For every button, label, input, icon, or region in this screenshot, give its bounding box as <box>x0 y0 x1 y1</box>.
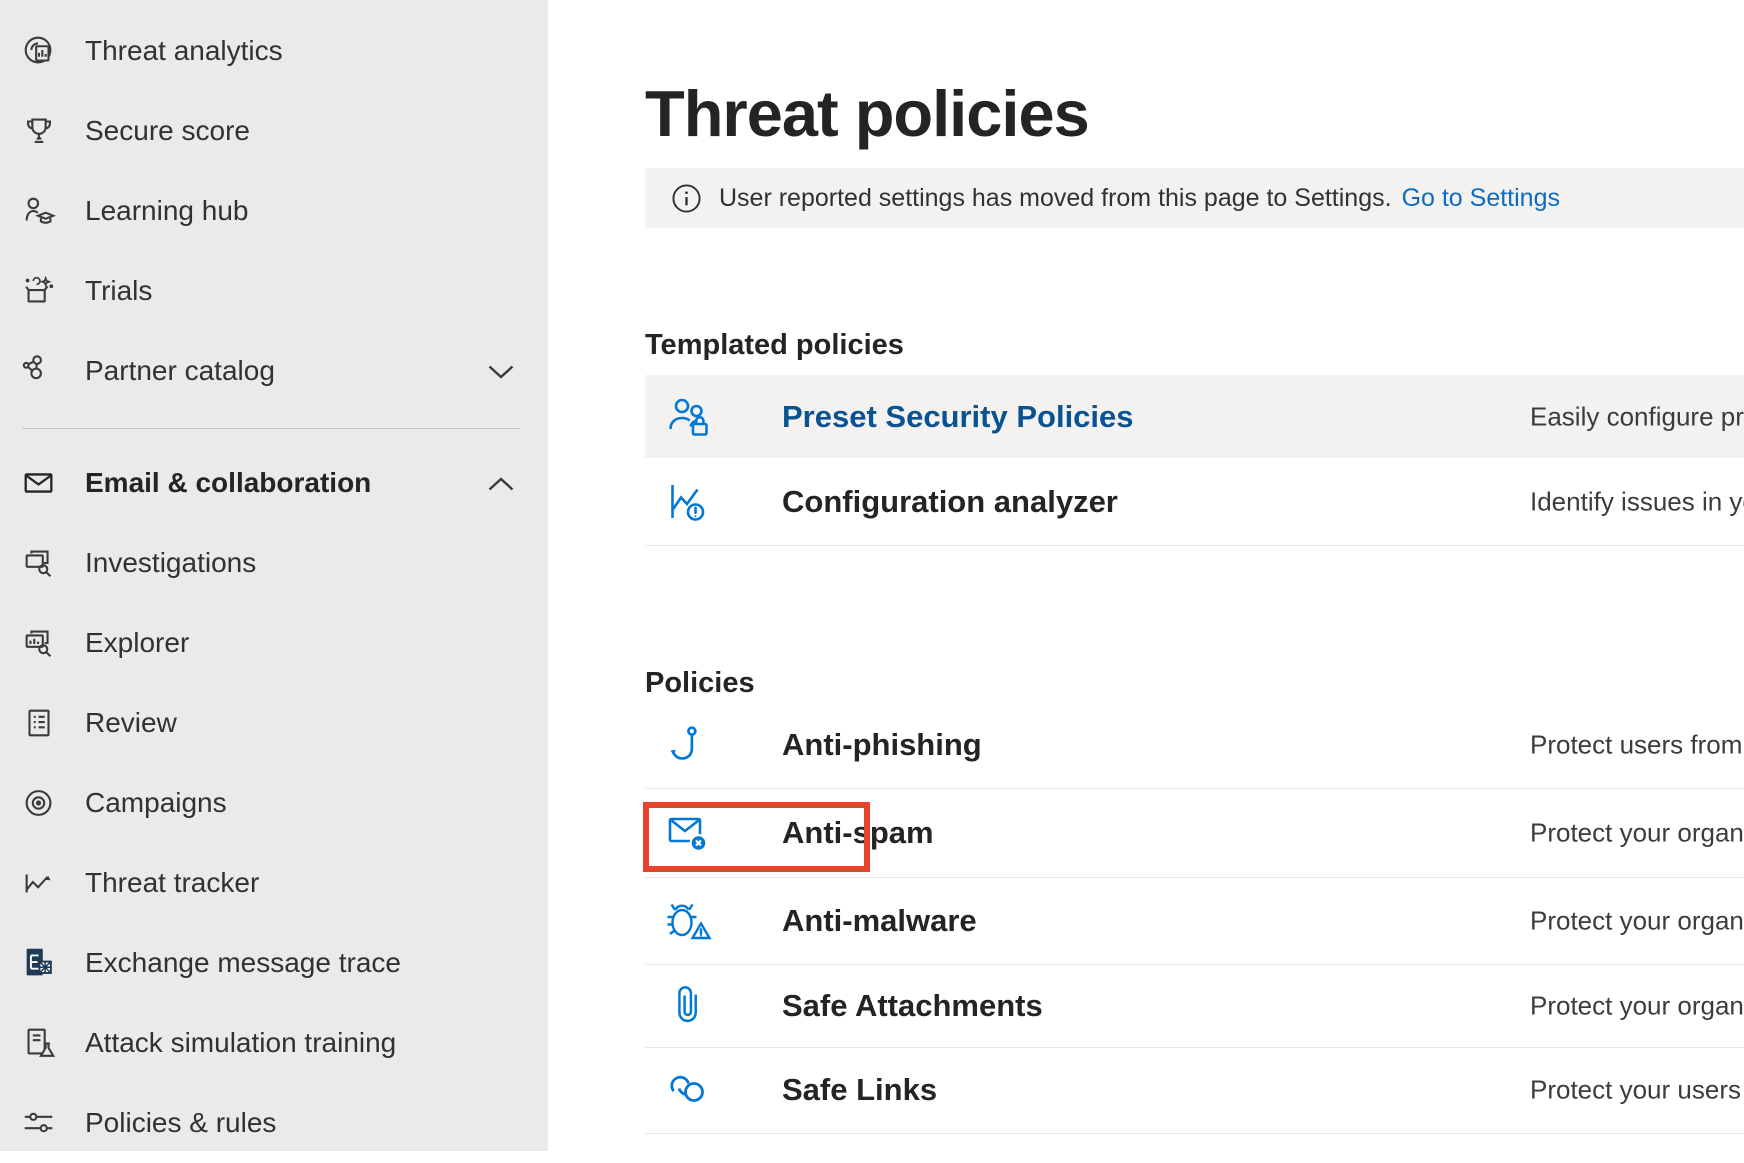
sidebar-item-label: Secure score <box>85 115 250 147</box>
sidebar-item-investigations[interactable]: Investigations <box>0 523 548 603</box>
row-anti-spam[interactable]: Anti-spam Protect your organiz <box>645 788 1744 878</box>
investigations-icon <box>19 543 59 583</box>
partner-catalog-icon <box>19 351 59 391</box>
sidebar-item-label: Email & collaboration <box>85 467 371 499</box>
row-label[interactable]: Anti-spam <box>782 815 934 851</box>
anti-malware-icon <box>663 897 715 945</box>
sidebar-item-label: Attack simulation training <box>85 1027 396 1059</box>
sidebar-item-policies-rules[interactable]: Policies & rules <box>0 1083 548 1163</box>
sidebar-item-label: Exchange message trace <box>85 947 401 979</box>
go-to-settings-link[interactable]: Go to Settings <box>1402 184 1560 213</box>
exchange-icon <box>19 943 59 983</box>
row-label[interactable]: Safe Links <box>782 1072 937 1108</box>
sidebar-item-partner-catalog[interactable]: Partner catalog <box>0 331 548 411</box>
section-heading-policies: Policies <box>645 667 755 700</box>
chevron-down-icon[interactable] <box>487 364 515 380</box>
sidebar-item-attack-simulation-training[interactable]: Attack simulation training <box>0 1003 548 1083</box>
page-title: Threat policies <box>645 80 1089 148</box>
row-label[interactable]: Safe Attachments <box>782 988 1043 1024</box>
policies-rules-icon <box>19 1103 59 1143</box>
row-safe-links[interactable]: Safe Links Protect your users fr <box>645 1047 1744 1134</box>
info-banner: User reported settings has moved from th… <box>645 168 1744 228</box>
row-description: Easily configure prot <box>1530 401 1744 432</box>
email-collaboration-icon <box>19 463 59 503</box>
row-description: Identify issues in you <box>1530 486 1744 517</box>
row-safe-attachments[interactable]: Safe Attachments Protect your organiz <box>645 964 1744 1048</box>
main-content: Threat policies User reported settings h… <box>548 0 1744 1151</box>
secure-score-icon <box>19 111 59 151</box>
sidebar-item-label: Explorer <box>85 627 189 659</box>
sidebar-item-label: Campaigns <box>85 787 227 819</box>
row-label[interactable]: Configuration analyzer <box>782 484 1118 520</box>
sidebar-item-threat-tracker[interactable]: Threat tracker <box>0 843 548 923</box>
threat-tracker-icon <box>19 863 59 903</box>
sidebar-item-label: Threat analytics <box>85 35 283 67</box>
sidebar-item-label: Trials <box>85 275 152 307</box>
campaigns-icon <box>19 783 59 823</box>
section-heading-templated-policies: Templated policies <box>645 329 904 362</box>
preset-security-policies-icon <box>663 393 715 441</box>
review-icon <box>19 703 59 743</box>
sidebar-item-label: Policies & rules <box>85 1107 276 1139</box>
sidebar-item-learning-hub[interactable]: Learning hub <box>0 171 548 251</box>
sidebar-item-threat-analytics[interactable]: Threat analytics <box>0 11 548 91</box>
row-label[interactable]: Anti-malware <box>782 903 977 939</box>
sidebar-item-secure-score[interactable]: Secure score <box>0 91 548 171</box>
sidebar-item-label: Partner catalog <box>85 355 275 387</box>
row-description: Protect users from p <box>1530 730 1744 761</box>
row-description: Protect your users fr <box>1530 1075 1744 1106</box>
trials-icon <box>19 271 59 311</box>
safe-attachments-icon <box>663 983 715 1029</box>
left-navigation-sidebar: Threat analytics Secure score Learning h… <box>0 0 548 1151</box>
sidebar-item-trials[interactable]: Trials <box>0 251 548 331</box>
sidebar-item-label: Review <box>85 707 177 739</box>
sidebar-item-label: Investigations <box>85 547 256 579</box>
row-description: Protect your organiz <box>1530 817 1744 848</box>
sidebar-item-label: Threat tracker <box>85 867 259 899</box>
chevron-up-icon[interactable] <box>487 476 515 492</box>
threat-analytics-icon <box>19 31 59 71</box>
sidebar-divider <box>22 428 520 429</box>
attack-simulation-icon <box>19 1023 59 1063</box>
row-preset-security-policies[interactable]: Preset Security Policies Easily configur… <box>645 375 1744 458</box>
explorer-icon <box>19 623 59 663</box>
row-label[interactable]: Preset Security Policies <box>782 399 1134 435</box>
sidebar-item-email-collaboration[interactable]: Email & collaboration <box>0 443 548 523</box>
learning-hub-icon <box>19 191 59 231</box>
banner-message: User reported settings has moved from th… <box>719 184 1392 213</box>
row-anti-malware[interactable]: Anti-malware Protect your organiz <box>645 877 1744 965</box>
info-icon <box>671 183 702 214</box>
row-description: Protect your organiz <box>1530 905 1744 936</box>
row-anti-phishing[interactable]: Anti-phishing Protect users from p <box>645 702 1744 789</box>
anti-phishing-icon <box>663 722 715 768</box>
anti-spam-icon <box>663 809 715 857</box>
sidebar-item-label: Learning hub <box>85 195 248 227</box>
row-description: Protect your organiz <box>1530 990 1744 1021</box>
sidebar-item-review[interactable]: Review <box>0 683 548 763</box>
sidebar-item-explorer[interactable]: Explorer <box>0 603 548 683</box>
sidebar-item-exchange-message-trace[interactable]: Exchange message trace <box>0 923 548 1003</box>
row-label[interactable]: Anti-phishing <box>782 727 982 763</box>
configuration-analyzer-icon <box>663 478 715 526</box>
sidebar-item-campaigns[interactable]: Campaigns <box>0 763 548 843</box>
safe-links-icon <box>663 1066 715 1114</box>
row-configuration-analyzer[interactable]: Configuration analyzer Identify issues i… <box>645 458 1744 546</box>
